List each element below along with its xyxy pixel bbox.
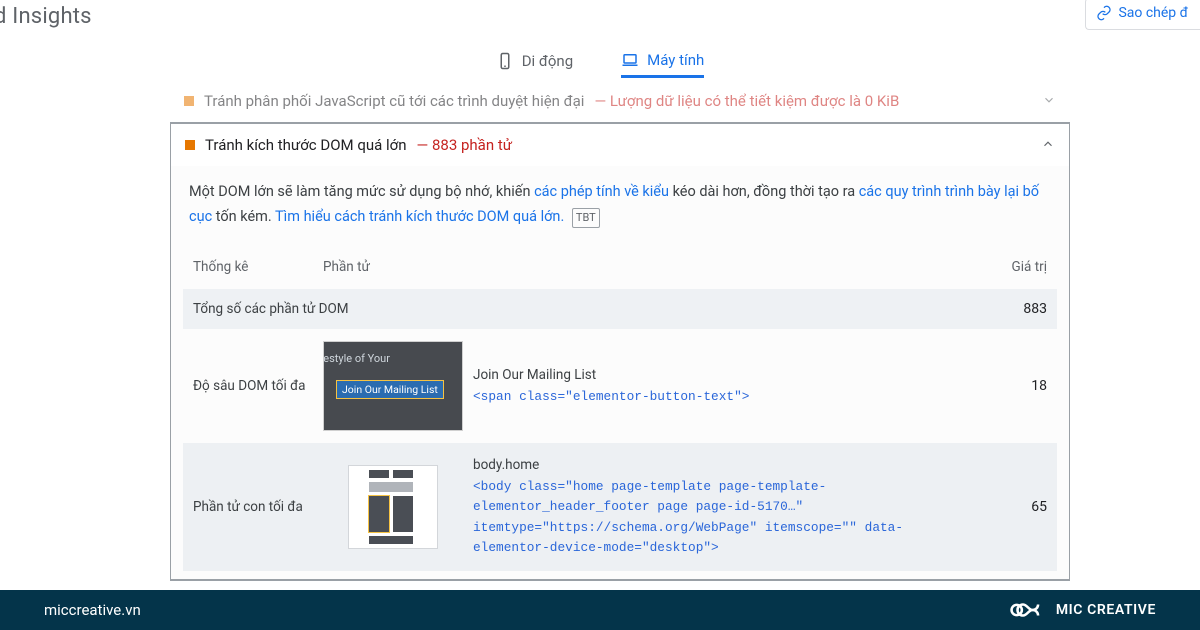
stat-label: Độ sâu DOM tối đa [193,378,323,394]
link-icon [1096,5,1112,21]
tbt-badge: TBT [572,208,600,229]
chevron-up-icon [1041,136,1055,155]
element-thumbnail [323,465,463,549]
tab-mobile-label: Di động [522,52,573,70]
tab-desktop[interactable]: Máy tính [621,51,704,78]
element-text: body.home [473,455,967,477]
element-code: <span class="elementor-button-text"> [473,387,987,407]
copy-link-label: Sao chép đ [1118,5,1188,21]
stat-value: 18 [987,378,1047,394]
audit-description: Một DOM lớn sẽ làm tăng mức sử dụng bộ n… [171,166,1069,239]
audit-title: Tránh phân phối JavaScript cũ tới các tr… [204,92,584,110]
copy-link-button[interactable]: Sao chép đ [1085,0,1200,30]
device-tabs: Di động Máy tính [0,48,1200,80]
element-code: <body class="home page-template page-tem… [473,477,967,559]
table-row-total: Tổng số các phần tử DOM 883 [183,289,1057,329]
footer-brand: MIC CREATIVE [1008,597,1156,623]
phone-icon [496,52,514,70]
col-element: Phần tử [323,259,987,275]
stat-label: Tổng số các phần tử DOM [193,301,987,317]
audit-title: Tránh kích thước DOM quá lớn [205,136,407,154]
table-row-children: Phần tử con tối đa body.home [183,443,1057,570]
stat-label: Phần tử con tối đa [193,499,323,515]
element-text: Join Our Mailing List [473,365,987,387]
dom-stats-table: Thống kê Phần tử Giá trị Tổng số các phầ… [183,245,1057,570]
severity-icon [185,140,195,150]
audit-metric: — 883 phần tử [417,136,513,154]
severity-icon [184,96,194,106]
col-statistic: Thống kê [193,259,323,275]
chevron-down-icon [1042,92,1056,111]
table-row-depth: Độ sâu DOM tối đa e RV Lifestyle of Your… [183,329,1057,443]
link-learn-more[interactable]: Tìm hiểu cách tránh kích thước DOM quá l… [275,208,564,225]
stat-value: 883 [987,301,1047,317]
thumb-overlay-text: e RV Lifestyle of Your [323,352,390,365]
audit-js-legacy[interactable]: Tránh phân phối JavaScript cũ tới các tr… [170,80,1070,122]
report-area: Tránh phân phối JavaScript cũ tới các tr… [170,80,1070,624]
element-thumbnail: e RV Lifestyle of Your Join Our Mailing … [323,341,463,431]
app-title: d Insights [0,4,92,29]
infinity-logo-icon [1008,597,1046,623]
audit-dom-size-header[interactable]: Tránh kích thước DOM quá lớn — 883 phần … [171,124,1069,166]
element-detail: Join Our Mailing List <span class="eleme… [473,365,987,407]
col-value: Giá trị [987,259,1047,275]
tab-desktop-label: Máy tính [647,51,704,69]
audit-dom-size-panel: Tránh kích thước DOM quá lớn — 883 phần … [170,122,1070,581]
footer-brand-label: MIC CREATIVE [1056,602,1156,618]
laptop-icon [621,51,639,69]
audit-metric: — Lượng dữ liệu có thể tiết kiệm được là… [594,92,899,110]
footer-domain: miccreative.vn [44,601,141,619]
element-detail: body.home <body class="home page-templat… [473,455,987,558]
table-header: Thống kê Phần tử Giá trị [183,245,1057,289]
thumb-highlight-button: Join Our Mailing List [336,380,444,399]
stat-value: 65 [987,499,1047,515]
tab-mobile[interactable]: Di động [496,52,573,76]
link-style-calc[interactable]: các phép tính về kiểu [534,183,669,200]
footer-bar: miccreative.vn MIC CREATIVE [0,590,1200,630]
